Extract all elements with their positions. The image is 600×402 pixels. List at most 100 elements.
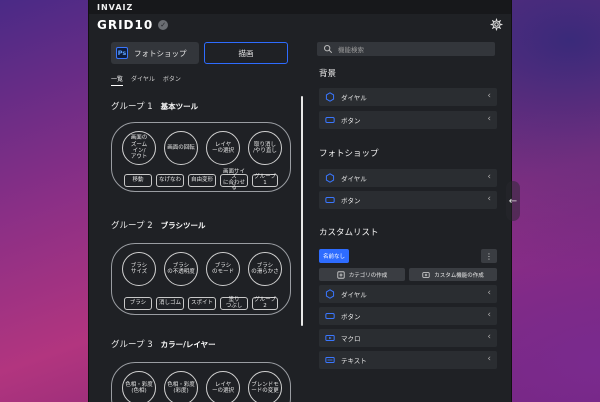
right-panel: 機能検索 背景 ダイヤル ‹ ボタン ‹ フォトショップ ダイヤル ‹ ボタン …: [305, 36, 511, 402]
left-panel: Ps フォトショップ 描画 一覧 ダイヤル ボタン グループ 1 基本ツール 画…: [89, 36, 303, 402]
group-1-title: グループ 1 基本ツール: [111, 100, 198, 112]
row-label: テキスト: [341, 357, 367, 365]
chevron-left-icon: ‹: [487, 194, 491, 204]
group-3-title: グループ 3 カラー/レイヤー: [111, 338, 216, 350]
create-category-button[interactable]: カテゴリの作成: [319, 268, 405, 281]
chevron-left-icon: ‹: [487, 288, 491, 298]
tab-button[interactable]: ボタン: [163, 74, 181, 86]
gear-icon[interactable]: [490, 18, 503, 31]
scrollbar[interactable]: [301, 96, 303, 326]
custom-button-row[interactable]: ボタン ‹: [319, 307, 497, 325]
section-background-title: 背景: [319, 69, 337, 79]
photoshop-button-row[interactable]: ボタン ‹: [319, 191, 497, 209]
app-window: INVAIZ GRID10 ✓ Ps フォトショップ 描画 一覧 ダイヤル ボタ…: [88, 0, 512, 402]
search-placeholder: 機能検索: [338, 46, 364, 54]
dial-icon: [325, 92, 335, 102]
dial-7[interactable]: ブラシ のモード: [206, 252, 240, 286]
tab-bar: 一覧 ダイヤル ボタン: [111, 74, 181, 86]
dial-8[interactable]: ブラシ の滑らかさ: [248, 252, 282, 286]
button-5[interactable]: グループ 1: [252, 174, 278, 187]
app-name: GRID10: [97, 18, 154, 32]
chevron-left-icon: ‹: [487, 172, 491, 182]
add-custom-icon: [422, 271, 430, 278]
chevron-left-icon: ‹: [487, 91, 491, 101]
button-4[interactable]: 画面サイズ に合わせる: [220, 169, 248, 191]
chevron-left-icon: ‹: [487, 114, 491, 124]
group-1-box: 画面の ズーム イン/ アウト 画面の回転 レイヤ ーの選択 取り消し /やり直…: [111, 122, 291, 192]
row-label: ボタン: [341, 197, 361, 205]
group-2-box: ブラシ サイズ ブラシ の不透明度 ブラシ のモード ブラシ の滑らかさ ブラシ…: [111, 243, 291, 315]
tab-all[interactable]: 一覧: [111, 74, 124, 86]
dial-6[interactable]: ブラシ の不透明度: [164, 252, 198, 286]
button-icon: [325, 197, 335, 203]
dial-2[interactable]: 画面の回転: [164, 131, 198, 165]
dial-icon: [325, 173, 335, 183]
dial-4[interactable]: 取り消し /やり直し: [248, 131, 282, 165]
group-2-label: グループ 2: [111, 221, 153, 231]
noname-tag-button[interactable]: 名前なし: [319, 249, 349, 263]
background-dial-row[interactable]: ダイヤル ‹: [319, 88, 497, 106]
dial-10[interactable]: 色相・彩度 (彩度): [164, 371, 198, 402]
button-7[interactable]: 消しゴム: [156, 297, 184, 310]
add-category-icon: [337, 270, 345, 279]
button-icon: [325, 117, 335, 123]
group-2-title: グループ 2 ブラシツール: [111, 219, 205, 231]
photoshop-logo-icon: Ps: [116, 47, 128, 59]
group-3-label: グループ 3: [111, 340, 153, 350]
app-selector-button[interactable]: Ps フォトショップ: [111, 42, 199, 64]
brand-logo: INVAIZ: [97, 2, 134, 12]
mode-button[interactable]: 描画: [204, 42, 288, 64]
title-bar: INVAIZ: [89, 0, 511, 14]
chevron-left-icon: ‹: [487, 310, 491, 320]
section-custom-title: カスタムリスト: [319, 228, 379, 238]
app-header: GRID10 ✓: [89, 14, 511, 36]
more-icon[interactable]: ⋮: [481, 249, 497, 263]
background-button-row[interactable]: ボタン ‹: [319, 111, 497, 129]
dial-3[interactable]: レイヤ ーの選択: [206, 131, 240, 165]
custom-macro-row[interactable]: マクロ ‹: [319, 329, 497, 347]
custom-dial-row[interactable]: ダイヤル ‹: [319, 285, 497, 303]
text-icon: [325, 357, 335, 363]
collapse-arrow-icon[interactable]: ←: [506, 181, 520, 221]
create-custom-button[interactable]: カスタム機能の作成: [409, 268, 497, 281]
dial-12[interactable]: ブレンドモ ードの変更: [248, 371, 282, 402]
row-label: ダイヤル: [341, 94, 367, 102]
search-input[interactable]: 機能検索: [317, 42, 495, 56]
group-1-subtitle: 基本ツール: [160, 102, 199, 111]
custom-text-row[interactable]: テキスト ‹: [319, 351, 497, 369]
button-10[interactable]: グループ 2: [252, 297, 278, 310]
app-selector-label: フォトショップ: [134, 48, 187, 58]
create-custom-label: カスタム機能の作成: [434, 272, 484, 279]
button-2[interactable]: なげなわ: [156, 174, 184, 187]
create-category-label: カテゴリの作成: [348, 272, 388, 279]
row-label: マクロ: [341, 335, 361, 343]
dial-5[interactable]: ブラシ サイズ: [122, 252, 156, 286]
button-3[interactable]: 自由変形: [188, 174, 216, 187]
button-1[interactable]: 移動: [124, 174, 152, 187]
group-3-box: 色相・彩度 (色相) 色相・彩度 (彩度) レイヤ ーの選択 ブレンドモ ードの…: [111, 362, 291, 402]
dial-icon: [325, 289, 335, 299]
macro-icon: [325, 335, 335, 341]
dial-9[interactable]: 色相・彩度 (色相): [122, 371, 156, 402]
button-6[interactable]: ブラシ: [124, 297, 152, 310]
row-label: ボタン: [341, 117, 361, 125]
section-photoshop-title: フォトショップ: [319, 149, 379, 159]
photoshop-dial-row[interactable]: ダイヤル ‹: [319, 169, 497, 187]
dial-1[interactable]: 画面の ズーム イン/ アウト: [122, 131, 156, 165]
button-9[interactable]: 塗り つぶし: [220, 297, 248, 310]
row-label: ダイヤル: [341, 175, 367, 183]
button-icon: [325, 313, 335, 319]
tab-dial[interactable]: ダイヤル: [131, 74, 155, 86]
row-label: ダイヤル: [341, 291, 367, 299]
group-3-subtitle: カラー/レイヤー: [160, 340, 216, 349]
search-icon: [323, 44, 333, 54]
group-2-subtitle: ブラシツール: [160, 221, 206, 230]
row-label: ボタン: [341, 313, 361, 321]
chevron-left-icon: ‹: [487, 332, 491, 342]
mode-button-label: 描画: [238, 48, 254, 58]
verified-check-icon: ✓: [158, 20, 169, 30]
button-8[interactable]: スポイト: [188, 297, 216, 310]
group-1-label: グループ 1: [111, 102, 153, 112]
dial-11[interactable]: レイヤ ーの選択: [206, 371, 240, 402]
chevron-left-icon: ‹: [487, 354, 491, 364]
